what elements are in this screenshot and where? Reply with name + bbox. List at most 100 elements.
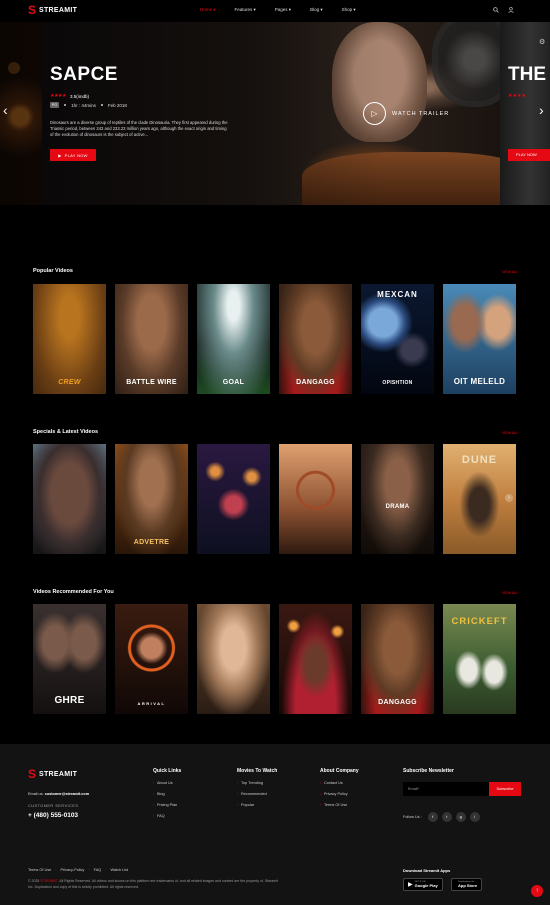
pg-badge: PG (50, 102, 60, 108)
play-icon: ▶ (58, 152, 62, 158)
phone-number: + (480) 555-0103 (28, 812, 79, 819)
chevron-right-icon[interactable]: › (505, 494, 513, 502)
movie-card[interactable]: OIT MELELD (443, 284, 516, 394)
movie-card[interactable]: ADVETRE (115, 444, 188, 554)
nav-blog[interactable]: Blog ▾ (310, 7, 323, 13)
movie-card[interactable] (33, 444, 106, 554)
footer-bottom-link[interactable]: Terms Of Use (28, 868, 51, 872)
movie-card[interactable] (197, 444, 270, 554)
movie-card[interactable]: CRICKEFT (443, 604, 516, 714)
instagram-icon[interactable]: i (469, 812, 480, 822)
card-top-title: DUNE (461, 454, 498, 466)
footer-link[interactable]: About Us (153, 781, 181, 786)
footer-col-company: About Company Contact Us Privacy Policy … (320, 768, 359, 814)
store-text: GET IT ON Google Play (415, 881, 438, 888)
hero-next-arrow-icon[interactable]: › (539, 102, 544, 118)
store-text: Download on the App Store (458, 881, 477, 888)
card-title: DANGAGG (296, 379, 335, 386)
copyright-body: . All Rights Reserved. All videos and sh… (28, 879, 278, 889)
hero-title: SAPCE (50, 64, 118, 85)
follow-us-label: Follow Us : (403, 815, 422, 819)
card-row: GHRE ARRIVAL DANGAGG CRICKEFT (33, 604, 516, 714)
movie-card[interactable]: MEXCAN OPISHTION (361, 284, 434, 394)
hero-date: Feb 2018 (107, 102, 127, 108)
meta-dot (100, 104, 103, 106)
footer-bottom-link[interactable]: Privacy-Policy (60, 868, 84, 872)
email-label: Email us: (28, 792, 44, 796)
watch-trailer-button[interactable]: ▷ WATCH TRAILER (363, 102, 449, 125)
logo-text: STREAMIT (39, 771, 78, 778)
section-title: Videos Recommended For You (33, 589, 114, 595)
star-rating-icons: ★★★★ (50, 93, 66, 99)
footer-link[interactable]: Top Trending (237, 781, 277, 786)
nav-pages[interactable]: Pages ▾ (275, 7, 291, 13)
app-store-button[interactable]: Download on the App Store (451, 878, 483, 891)
newsletter-title: Subscribe Newsletter (403, 768, 454, 774)
movie-card[interactable] (197, 604, 270, 714)
footer-col-newsletter: Subscribe Newsletter (403, 768, 454, 781)
card-row: CREW BATTLE WIRE GOAL DANGAGG MEXCAN OPI… (33, 284, 516, 394)
footer-email: Email us: customer@streamit.com (28, 792, 89, 796)
card-title: ARRIVAL (137, 701, 166, 706)
footer-link[interactable]: Blog (153, 792, 181, 797)
movie-card[interactable]: DANGAGG (361, 604, 434, 714)
movie-card[interactable] (279, 604, 352, 714)
nav-shop[interactable]: Shop ▾ (342, 7, 356, 13)
meta-dot (64, 104, 67, 106)
next-play-now-button[interactable]: PLAY NOW (508, 149, 550, 161)
hero-slider: SAPCE ★★★★ 3.5(imdb) PG 1hr : 44mins Feb… (0, 22, 550, 205)
back-to-top-arrow-icon[interactable]: ↑ (531, 885, 543, 897)
email-link[interactable]: customer@streamit.com (45, 792, 89, 796)
movie-card[interactable]: GOAL (197, 284, 270, 394)
footer-bottom-links: Terms Of Use · Privacy-Policy · FAQ · Wa… (28, 868, 128, 872)
footer-bottom-link[interactable]: Watch List (110, 868, 128, 872)
movie-card[interactable] (279, 444, 352, 554)
view-all-link[interactable]: VIEW ALL (502, 431, 518, 435)
newsletter-email-input[interactable]: Email* (403, 782, 489, 796)
view-all-link[interactable]: VIEW ALL (502, 270, 518, 274)
view-all-link[interactable]: VIEW ALL (502, 591, 518, 595)
card-title: DANGAGG (378, 699, 417, 706)
logo-mark: S (28, 3, 37, 17)
search-icon[interactable] (492, 7, 500, 15)
logo[interactable]: S STREAMIT (28, 3, 78, 17)
user-icon[interactable] (507, 7, 515, 15)
card-title: GOAL (222, 379, 245, 386)
footer-link[interactable]: FAQ (153, 814, 181, 819)
movie-card[interactable]: DRAMA (361, 444, 434, 554)
copyright-prefix: © 2025 (28, 879, 40, 883)
footer-link[interactable]: Recommended (237, 792, 277, 797)
footer-bottom-link[interactable]: FAQ (94, 868, 102, 872)
footer-link[interactable]: Pricing Plan (153, 803, 181, 808)
movie-card[interactable]: GHRE (33, 604, 106, 714)
card-title: GHRE (54, 695, 85, 706)
nav-features[interactable]: Features ▾ (235, 7, 256, 13)
google-play-button[interactable]: ▶ GET IT ON Google Play (403, 878, 443, 891)
nav-home[interactable]: Home ▾ (200, 7, 216, 13)
movie-card[interactable]: DUNE › (443, 444, 516, 554)
gear-icon[interactable]: ⚙ (539, 38, 545, 46)
movie-card[interactable]: ARRIVAL (115, 604, 188, 714)
facebook-icon[interactable]: f (427, 812, 438, 822)
movie-card[interactable]: BATTLE WIRE (115, 284, 188, 394)
footer-logo[interactable]: S STREAMIT (28, 768, 78, 780)
movie-card[interactable]: DANGAGG (279, 284, 352, 394)
logo-text: STREAMIT (39, 7, 78, 14)
github-icon[interactable]: g (455, 812, 466, 822)
subscribe-button[interactable]: Subscribe (489, 782, 521, 796)
footer-link[interactable]: Contact Us (320, 781, 359, 786)
follow-us: Follow Us : f t g i (403, 812, 480, 822)
play-now-button[interactable]: ▶ PLAY NOW (50, 149, 96, 161)
footer: S STREAMIT Email us: customer@streamit.c… (0, 744, 550, 905)
card-title: OIT MELELD (453, 377, 506, 386)
card-title: CREW (58, 379, 81, 386)
footer-link[interactable]: Popular (237, 803, 277, 808)
card-top-title: MEXCAN (377, 290, 418, 299)
twitter-icon[interactable]: t (441, 812, 452, 822)
copyright-brand[interactable]: STREAMIT (40, 879, 57, 883)
footer-link[interactable]: Privacy Policy (320, 792, 359, 797)
movie-card[interactable]: CREW (33, 284, 106, 394)
separator: · (105, 868, 107, 872)
footer-link[interactable]: Terms Of Use (320, 803, 359, 808)
hero-prev-arrow-icon[interactable]: ‹ (3, 102, 8, 118)
